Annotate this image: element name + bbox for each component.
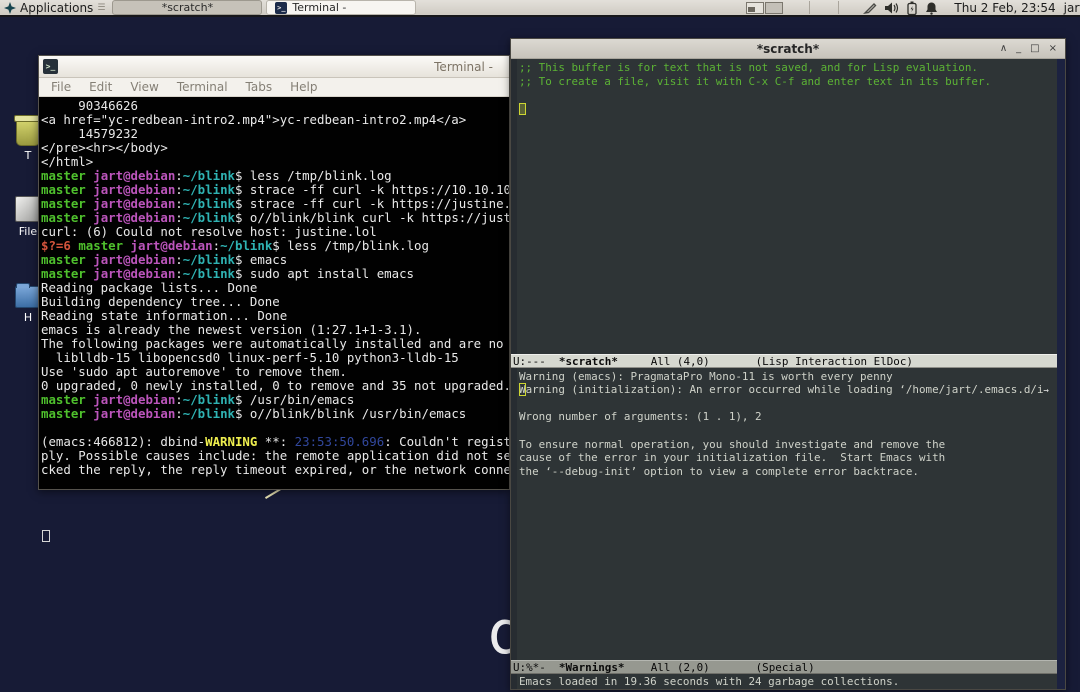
warnings-line	[519, 397, 1057, 411]
panel-grip: ☰	[97, 2, 105, 13]
top-panel: Applications ☰ *scratch* >_ Terminal - T…	[0, 0, 1080, 17]
scratch-blank-line	[519, 88, 1057, 102]
workspace-1[interactable]	[746, 1, 765, 14]
terminal-line: master jart@debian:~/blink$ o//blink/bli…	[41, 210, 509, 225]
taskbar-button-terminal[interactable]: >_ Terminal -	[266, 0, 417, 15]
terminal-line: The following packages were automaticall…	[41, 336, 504, 351]
terminal-line: emacs is already the newest version (1:2…	[41, 322, 422, 337]
minibuffer-message: Emacs loaded in 19.36 seconds with 24 ga…	[519, 675, 900, 689]
panel-right: Thu 2 Feb, 23:54 jart	[746, 0, 1080, 16]
menu-terminal[interactable]: Terminal	[177, 80, 228, 94]
terminal-line: 90346626	[41, 98, 138, 113]
line-truncation-icon: →	[1043, 386, 1049, 397]
terminal-line: cked the reply, the reply timeout expire…	[41, 462, 509, 477]
terminal-line: Building dependency tree... Done	[41, 294, 280, 309]
terminal-output[interactable]: 90346626 <a href="yc-redbean-intro2.mp4">…	[39, 97, 509, 489]
terminal-icon: >_	[275, 1, 288, 14]
terminal-line: master jart@debian:~/blink$ o//blink/bli…	[41, 406, 467, 421]
terminal-menubar: File Edit View Terminal Tabs Help	[39, 78, 509, 97]
taskbar: *scratch* >_ Terminal -	[112, 0, 417, 15]
terminal-line: master jart@debian:~/blink$ strace -ff c…	[41, 196, 509, 211]
terminal-line: $?=6 master jart@debian:~/blink$ less /t…	[41, 238, 429, 253]
terminal-line: curl: (6) Could not resolve host: justin…	[41, 224, 377, 239]
notifications-icon[interactable]	[925, 1, 938, 15]
terminal-line: master jart@debian:~/blink$ less /tmp/bl…	[41, 168, 392, 183]
terminal-line: Use 'sudo apt autoremove' to remove them…	[41, 364, 347, 379]
terminal-line: master jart@debian:~/blink$ strace -ff c…	[41, 182, 509, 197]
warnings-line: Warning (emacs): PragmataPro Mono-11 is …	[519, 369, 893, 383]
stylus-icon[interactable]	[863, 1, 877, 15]
terminal-line: </pre><hr></body>	[41, 140, 168, 155]
terminal-icon: >_	[43, 59, 58, 74]
menu-help[interactable]: Help	[290, 80, 317, 94]
minibuffer[interactable]: Emacs loaded in 19.36 seconds with 24 ga…	[511, 674, 1057, 689]
taskbar-button-scratch[interactable]: *scratch*	[112, 0, 263, 15]
workspace-2[interactable]	[765, 1, 784, 14]
warnings-line: the ‘--debug-init’ option to view a comp…	[519, 464, 919, 478]
menu-tabs[interactable]: Tabs	[246, 80, 273, 94]
panel-clock[interactable]: Thu 2 Feb, 23:54	[954, 1, 1055, 15]
applications-label: Applications	[20, 0, 94, 15]
terminal-line: </html>	[41, 154, 94, 169]
volume-icon[interactable]	[884, 1, 899, 15]
terminal-window: >_ Terminal - File Edit View Terminal Ta…	[38, 55, 510, 542]
warnings-line	[519, 424, 1057, 438]
emacs-titlebar[interactable]: *scratch* ∧ _ □ ×	[511, 39, 1065, 58]
warnings-line: Wrong number of arguments: (1 . 1), 2	[519, 410, 762, 424]
emacs-hollow-cursor: W	[519, 383, 526, 397]
warnings-line: Warning (initialization): An error occur…	[519, 383, 1049, 397]
panel-separator	[838, 1, 840, 14]
terminal-line: Reading package lists... Done	[41, 280, 258, 295]
menu-file[interactable]: File	[51, 80, 71, 94]
terminal-line: Reading state information... Done	[41, 308, 288, 323]
scratch-line: ;; To create a file, visit it with C-x C…	[519, 74, 992, 88]
scratch-line: ;; This buffer is for text that is not s…	[519, 61, 978, 74]
terminal-line: ply. Possible causes include: the remote…	[41, 448, 509, 463]
system-tray	[863, 1, 938, 15]
modeline-warnings[interactable]: U:%*- *Warnings* All (2,0) (Special)	[511, 660, 1057, 675]
warnings-line: cause of the error in your initializatio…	[519, 451, 946, 465]
panel-separator	[809, 1, 811, 14]
terminal-line: liblldb-15 libopencsd0 linux-perf-5.10 p…	[41, 350, 459, 365]
terminal-line: master jart@debian:~/blink$ sudo apt ins…	[41, 266, 415, 281]
workspace-switcher[interactable]	[746, 1, 784, 14]
scratch-buffer[interactable]: ;; This buffer is for text that is not s…	[511, 59, 1057, 354]
menu-edit[interactable]: Edit	[89, 80, 112, 94]
emacs-cursor	[519, 102, 526, 115]
terminal-line: 14579232	[41, 126, 138, 141]
terminal-line: master jart@debian:~/blink$ /usr/bin/ema…	[41, 392, 355, 407]
warnings-buffer[interactable]: Warning (emacs): PragmataPro Mono-11 is …	[511, 367, 1057, 661]
terminal-line: master jart@debian:~/blink$ emacs	[41, 252, 288, 267]
menu-view[interactable]: View	[130, 80, 158, 94]
terminal-line: 0 upgraded, 0 newly installed, 0 to remo…	[41, 378, 509, 393]
emacs-title: *scratch*	[756, 41, 820, 56]
emacs-window: *scratch* ∧ _ □ × ;; This buffer is for …	[510, 38, 1066, 690]
warnings-line: To ensure normal operation, you should i…	[519, 437, 946, 451]
terminal-line: (emacs:466812): dbind-WARNING **: 23:53:…	[41, 434, 509, 449]
modeline-scratch[interactable]: U:--- *scratch* All (4,0) (Lisp Interact…	[511, 353, 1057, 368]
battery-icon[interactable]	[906, 1, 918, 15]
terminal-titlebar[interactable]: >_ Terminal -	[39, 56, 509, 78]
emacs-scrollbar[interactable]	[1057, 59, 1065, 689]
applications-icon	[4, 1, 16, 14]
terminal-cursor	[42, 530, 50, 542]
panel-username[interactable]: jart	[1064, 1, 1080, 15]
trash-icon	[14, 115, 42, 146]
applications-menu[interactable]: Applications ☰	[0, 0, 112, 16]
warnings-lines: Warning (emacs): PragmataPro Mono-11 is …	[519, 370, 1057, 479]
terminal-title: Terminal -	[434, 60, 493, 74]
terminal-line: <a href="yc-redbean-intro2.mp4">yc-redbe…	[41, 112, 467, 127]
